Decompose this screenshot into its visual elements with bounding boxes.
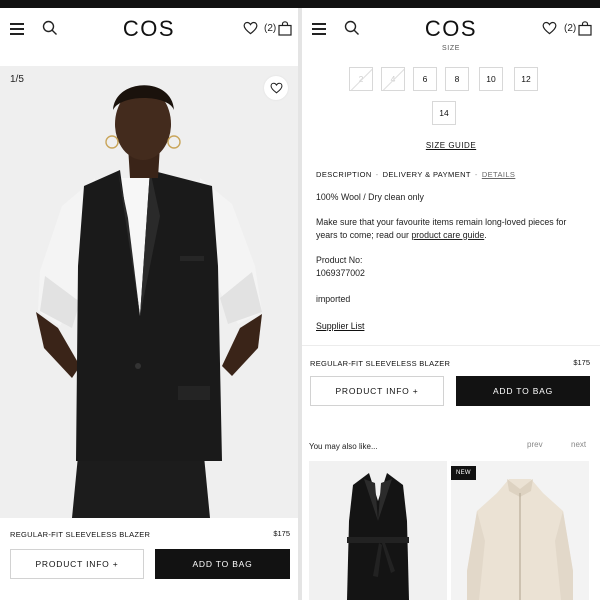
tab-details[interactable]: DETAILS [482, 170, 516, 179]
image-wishlist-button[interactable] [264, 76, 288, 100]
tab-delivery-payment[interactable]: DELIVERY & PAYMENT [383, 170, 471, 179]
product-image-panel: COS (2) 1/5 REGULAR-FIT SLEEVELESS BLAZE… [0, 8, 298, 600]
status-bar [0, 0, 600, 8]
bag-count: (2) [564, 22, 577, 34]
recommendations-title: You may also like... [309, 442, 378, 451]
size-option-2: 2 [349, 67, 373, 91]
size-option-10[interactable]: 10 [479, 67, 503, 91]
add-to-bag-button[interactable]: ADD TO BAG [456, 376, 590, 406]
new-badge: NEW [451, 466, 476, 480]
product-info-tabs: DESCRIPTION - DELIVERY & PAYMENT - DETAILS [316, 170, 515, 179]
menu-icon[interactable] [312, 23, 326, 35]
supplier-list-link[interactable]: Supplier List [316, 321, 364, 331]
heart-icon [270, 82, 282, 94]
tab-separator: - [474, 170, 478, 179]
bag-icon [278, 20, 292, 36]
size-guide-link[interactable]: SIZE GUIDE [302, 141, 600, 150]
menu-icon[interactable] [10, 23, 24, 35]
product-care-guide-link[interactable]: product care guide [411, 230, 484, 240]
recommendations-next-button[interactable]: next [571, 440, 586, 449]
bag-count: (2) [264, 22, 277, 34]
size-option-6[interactable]: 6 [413, 67, 437, 91]
shopping-bag-button[interactable]: (2) [564, 20, 592, 36]
bag-icon [578, 20, 592, 36]
site-header: COS (2) [0, 8, 298, 48]
size-option-12[interactable]: 12 [514, 67, 538, 91]
add-to-bag-button[interactable]: ADD TO BAG [155, 549, 290, 579]
model-photo [0, 66, 298, 518]
search-icon[interactable] [42, 20, 58, 36]
product-price: $175 [273, 529, 290, 538]
image-slide-counter: 1/5 [10, 74, 24, 85]
recommended-product-card[interactable] [309, 461, 447, 600]
search-icon[interactable] [344, 20, 360, 36]
black-belted-vest-image [309, 461, 447, 600]
product-info-button[interactable]: PRODUCT INFO + [310, 376, 444, 406]
product-price: $175 [573, 358, 590, 367]
product-info-button[interactable]: PRODUCT INFO + [10, 549, 144, 579]
wishlist-heart-icon[interactable] [243, 21, 258, 35]
size-option-8[interactable]: 8 [445, 67, 469, 91]
product-name: REGULAR-FIT SLEEVELESS BLAZER [10, 530, 151, 539]
composition-text: 100% Wool / Dry clean only [316, 192, 424, 202]
size-option-4: 4 [381, 67, 405, 91]
product-main-image[interactable]: 1/5 [0, 66, 298, 518]
product-details-panel: COS (2) SIZE 2 4 6 8 10 12 14 SIZE GUIDE… [302, 8, 600, 600]
product-number-value: 1069377002 [316, 268, 365, 278]
section-divider [302, 345, 600, 346]
recommendations-prev-button[interactable]: prev [527, 440, 543, 449]
shopping-bag-button[interactable]: (2) [264, 20, 292, 36]
care-text-end: . [484, 229, 487, 240]
care-text: Make sure that your favourite items rema… [316, 216, 578, 241]
site-header: COS (2) [302, 8, 600, 48]
tab-separator: - [375, 170, 379, 179]
product-name: REGULAR-FIT SLEEVELESS BLAZER [310, 359, 451, 368]
origin-text: imported [316, 294, 351, 304]
size-option-14[interactable]: 14 [432, 101, 456, 125]
fleece-jacket-image [451, 461, 589, 600]
tab-description[interactable]: DESCRIPTION [316, 170, 372, 179]
recommended-product-card[interactable]: NEW [451, 461, 589, 600]
size-label: SIZE [442, 45, 460, 52]
wishlist-heart-icon[interactable] [542, 21, 557, 35]
product-number-label: Product No: [316, 255, 363, 265]
